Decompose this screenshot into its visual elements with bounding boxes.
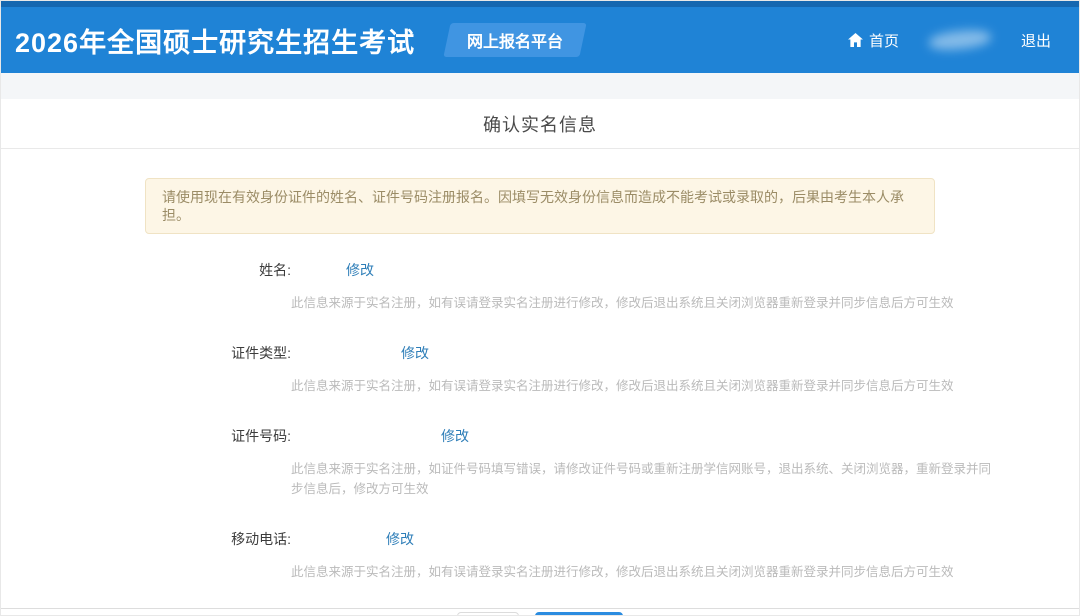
field-row: 证件号码: 修改: [1, 426, 1079, 446]
name-modify-link[interactable]: 修改: [346, 260, 374, 280]
field-row: 移动电话: 修改: [1, 529, 1079, 549]
field-mobile: 移动电话: 修改 此信息来源于实名注册，如有误请登录实名注册进行修改，修改后退出…: [1, 529, 1079, 582]
id-type-value: [291, 344, 401, 362]
footer-actions: 返回 下一步: [1, 612, 1079, 616]
field-id-type: 证件类型: 修改 此信息来源于实名注册，如有误请登录实名注册进行修改，修改后退出…: [1, 343, 1079, 396]
next-button[interactable]: 下一步: [535, 612, 623, 616]
id-type-note: 此信息来源于实名注册，如有误请登录实名注册进行修改，修改后退出系统且关闭浏览器重…: [291, 376, 991, 396]
sub-header-band: [1, 73, 1079, 99]
nav-home-label: 首页: [869, 30, 899, 51]
id-number-value: [291, 427, 441, 445]
page-title: 确认实名信息: [483, 111, 597, 137]
name-value: [291, 261, 346, 279]
field-name: 姓名: 修改 此信息来源于实名注册，如有误请登录实名注册进行修改，修改后退出系统…: [1, 260, 1079, 313]
back-button[interactable]: 返回: [457, 612, 519, 616]
id-type-modify-link[interactable]: 修改: [401, 343, 429, 363]
app-header: 2026年全国硕士研究生招生考试 网上报名平台 首页 退出: [1, 1, 1079, 73]
id-type-label: 证件类型:: [1, 343, 291, 363]
mobile-value: [291, 530, 386, 548]
site-title: 2026年全国硕士研究生招生考试: [15, 21, 415, 60]
window-bottom-edge: [1, 608, 1079, 609]
form-fields: 姓名: 修改 此信息来源于实名注册，如有误请登录实名注册进行修改，修改后退出系统…: [1, 260, 1079, 582]
id-number-modify-link[interactable]: 修改: [441, 426, 469, 446]
mobile-label: 移动电话:: [1, 529, 291, 549]
mobile-modify-link[interactable]: 修改: [386, 529, 414, 549]
mobile-note: 此信息来源于实名注册，如有误请登录实名注册进行修改，修改后退出系统且关闭浏览器重…: [291, 562, 991, 582]
home-icon: [848, 33, 863, 47]
field-row: 证件类型: 修改: [1, 343, 1079, 363]
id-number-label: 证件号码:: [1, 426, 291, 446]
name-note: 此信息来源于实名注册，如有误请登录实名注册进行修改，修改后退出系统且关闭浏览器重…: [291, 293, 991, 313]
name-label: 姓名:: [1, 260, 291, 280]
nav-logout-link[interactable]: 退出: [1021, 30, 1051, 51]
notice-banner: 请使用现在有效身份证件的姓名、证件号码注册报名。因填写无效身份信息而造成不能考试…: [145, 178, 935, 234]
nav-home-link[interactable]: 首页: [848, 30, 899, 51]
platform-badge: 网上报名平台: [443, 23, 586, 57]
field-row: 姓名: 修改: [1, 260, 1079, 280]
id-number-note: 此信息来源于实名注册，如证件号码填写错误，请修改证件号码或重新注册学信网账号，退…: [291, 459, 991, 499]
platform-badge-label: 网上报名平台: [467, 28, 563, 52]
field-id-number: 证件号码: 修改 此信息来源于实名注册，如证件号码填写错误，请修改证件号码或重新…: [1, 426, 1079, 499]
page-title-band: 确认实名信息: [1, 99, 1079, 149]
username-redacted: [928, 28, 992, 52]
app-window: 2026年全国硕士研究生招生考试 网上报名平台 首页 退出 确认实名信息 请使用…: [0, 0, 1080, 616]
header-nav: 首页 退出: [848, 30, 1051, 51]
